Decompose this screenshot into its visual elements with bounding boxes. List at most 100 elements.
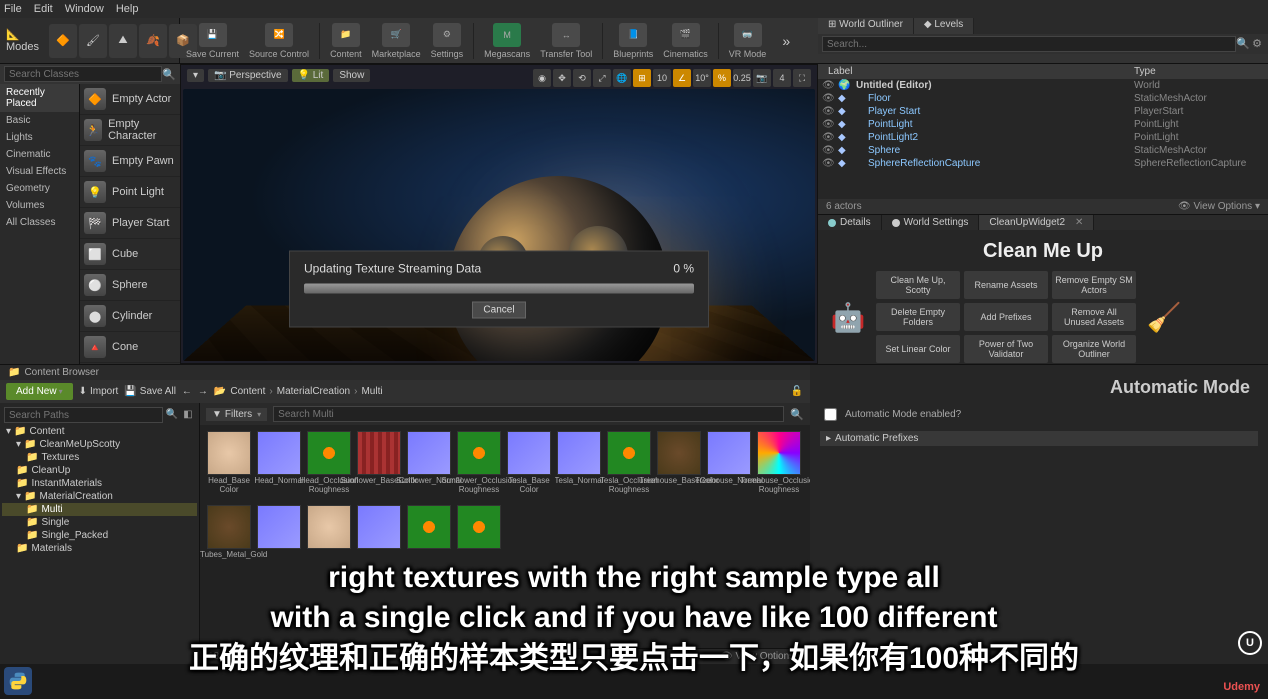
asset-item[interactable]: Head_Normal xyxy=(256,431,302,501)
asset-item[interactable] xyxy=(356,505,402,575)
category-item[interactable]: Lights xyxy=(0,129,79,146)
actor-item[interactable]: ⬜Cube xyxy=(80,239,180,270)
vp-camera-icon[interactable]: 📷 xyxy=(753,69,771,87)
outliner-row[interactable]: 👁◆SphereStaticMeshActor xyxy=(818,144,1268,157)
actor-item[interactable]: 🐾Empty Pawn xyxy=(80,146,180,177)
asset-search-input[interactable] xyxy=(273,406,784,422)
actor-item[interactable]: 🏃Empty Character xyxy=(80,115,180,146)
lit-button[interactable]: 💡 Lit xyxy=(292,69,330,82)
category-item[interactable]: Geometry xyxy=(0,180,79,197)
cleanup-action-button[interactable]: Power of Two Validator xyxy=(964,335,1048,363)
visibility-icon[interactable]: 👁 xyxy=(822,93,834,104)
cleanup-action-button[interactable]: Clean Me Up, Scotty xyxy=(876,271,960,299)
mode-place-icon[interactable]: 🔶 xyxy=(49,24,77,58)
transfer-button[interactable]: ↔Transfer Tool xyxy=(540,23,592,59)
vr-mode-button[interactable]: 🥽VR Mode xyxy=(729,23,767,59)
asset-item[interactable] xyxy=(456,505,502,575)
cleanup-action-button[interactable]: Remove Empty SM Actors xyxy=(1052,271,1136,299)
content-browser-tab[interactable]: 📁 Content Browser xyxy=(0,365,810,380)
visibility-icon[interactable]: 👁 xyxy=(822,119,834,130)
visibility-icon[interactable]: 👁 xyxy=(822,132,834,143)
nav-fwd-icon[interactable]: → xyxy=(198,386,208,397)
content-button[interactable]: 📁Content xyxy=(330,23,362,59)
marketplace-button[interactable]: 🛒Marketplace xyxy=(372,23,421,59)
asset-item[interactable]: Sunflower_BaseColor xyxy=(356,431,402,501)
mode-paint-icon[interactable]: 🖌 xyxy=(79,24,107,58)
tree-item[interactable]: 📁 Multi xyxy=(2,503,197,516)
vp-scale-value[interactable]: 0.25 xyxy=(733,69,751,87)
visibility-icon[interactable]: 👁 xyxy=(822,80,834,91)
cinematics-button[interactable]: 🎬Cinematics xyxy=(663,23,708,59)
save-all-button[interactable]: 💾 Save All xyxy=(124,386,176,397)
search-icon[interactable]: 🔍 xyxy=(1236,36,1250,50)
cleanup-action-button[interactable]: Organize World Outliner xyxy=(1052,335,1136,363)
tab-details[interactable]: Details xyxy=(818,215,882,230)
crumb[interactable]: Content xyxy=(230,386,265,397)
cleanup-action-button[interactable]: Delete Empty Folders xyxy=(876,303,960,331)
outliner-row[interactable]: 👁◆FloorStaticMeshActor xyxy=(818,92,1268,105)
col-label[interactable]: Label xyxy=(822,66,1134,77)
toolbar-overflow-icon[interactable]: » xyxy=(776,33,796,49)
asset-item[interactable]: Sunflower_Occlusion Roughness xyxy=(456,431,502,501)
vp-scale-icon[interactable]: ⤢ xyxy=(593,69,611,87)
vp-angle-icon[interactable]: ∠ xyxy=(673,69,691,87)
vp-globe-icon[interactable]: 🌐 xyxy=(613,69,631,87)
blueprints-button[interactable]: 📘Blueprints xyxy=(613,23,653,59)
menu-file[interactable]: File xyxy=(4,3,22,15)
vp-angle-value[interactable]: 10° xyxy=(693,69,711,87)
category-item[interactable]: Basic xyxy=(0,112,79,129)
vp-rotate-icon[interactable]: ⟲ xyxy=(573,69,591,87)
tree-search-input[interactable] xyxy=(4,407,163,423)
actor-item[interactable]: 🔶Empty Actor xyxy=(80,84,180,115)
auto-mode-checkbox[interactable] xyxy=(824,408,837,421)
tab-levels[interactable]: ◆ Levels xyxy=(914,18,974,34)
cleanup-action-button[interactable]: Set Linear Color xyxy=(876,335,960,363)
perspective-button[interactable]: 📷 Perspective xyxy=(208,69,287,82)
megascans-button[interactable]: MMegascans xyxy=(484,23,530,59)
close-icon[interactable]: ✕ xyxy=(1075,217,1083,228)
tab-world-settings[interactable]: World Settings xyxy=(882,215,980,230)
tab-world-outliner[interactable]: ⊞ World Outliner xyxy=(818,18,914,34)
auto-prefixes-header[interactable]: ▸ Automatic Prefixes xyxy=(820,431,1258,446)
category-item[interactable]: Visual Effects xyxy=(0,163,79,180)
import-button[interactable]: ⬇ Import xyxy=(79,386,119,397)
view-options-button[interactable]: 👁 View Options ▾ xyxy=(1178,201,1260,212)
vp-grid-icon[interactable]: ⊞ xyxy=(633,69,651,87)
tree-item[interactable]: 📁 InstantMaterials xyxy=(2,477,197,490)
category-item[interactable]: Cinematic xyxy=(0,146,79,163)
viewport-menu-icon[interactable]: ▾ xyxy=(187,69,204,82)
visibility-icon[interactable]: 👁 xyxy=(822,106,834,117)
actor-item[interactable]: ⬤Cylinder xyxy=(80,301,180,332)
asset-item[interactable] xyxy=(256,505,302,575)
col-type[interactable]: Type xyxy=(1134,66,1264,77)
settings-button[interactable]: ⚙Settings xyxy=(431,23,464,59)
menu-window[interactable]: Window xyxy=(65,3,104,15)
asset-item[interactable] xyxy=(306,505,352,575)
asset-item[interactable]: Tesla_Normal xyxy=(556,431,602,501)
tree-item[interactable]: ▾ 📁 CleanMeUpScotty xyxy=(2,438,197,451)
vp-move-icon[interactable]: ✥ xyxy=(553,69,571,87)
actor-item[interactable]: 🔺Cone xyxy=(80,332,180,363)
actor-item[interactable]: 💡Point Light xyxy=(80,177,180,208)
tree-item[interactable]: 📁 Single xyxy=(2,516,197,529)
cleanup-action-button[interactable]: Remove All Unused Assets xyxy=(1052,303,1136,331)
category-item[interactable]: Recently Placed xyxy=(0,84,79,112)
crumb[interactable]: Multi xyxy=(361,386,382,397)
outliner-row[interactable]: 👁◆PointLight2PointLight xyxy=(818,131,1268,144)
outliner-row[interactable]: 👁◆PointLightPointLight xyxy=(818,118,1268,131)
tree-item[interactable]: 📁 Textures xyxy=(2,451,197,464)
outliner-search-input[interactable] xyxy=(822,36,1236,52)
outliner-row[interactable]: 👁🌍Untitled (Editor)World xyxy=(818,79,1268,92)
tab-cleanup-widget[interactable]: CleanUpWidget2✕ xyxy=(979,215,1094,230)
asset-item[interactable]: Treehouse_Occlusion Roughness xyxy=(756,431,802,501)
menu-edit[interactable]: Edit xyxy=(34,3,53,15)
vp-snap-value[interactable]: 10 xyxy=(653,69,671,87)
search-icon[interactable]: 🔍 xyxy=(790,407,804,421)
tree-item[interactable]: ▾ 📁 Content xyxy=(2,425,197,438)
visibility-icon[interactable]: 👁 xyxy=(822,145,834,156)
actor-item[interactable]: 🏁Player Start xyxy=(80,208,180,239)
tree-item[interactable]: 📁 CleanUp xyxy=(2,464,197,477)
search-classes-input[interactable] xyxy=(4,66,162,82)
crumb[interactable]: MaterialCreation xyxy=(277,386,350,397)
source-control-button[interactable]: 🔀Source Control xyxy=(249,23,309,59)
